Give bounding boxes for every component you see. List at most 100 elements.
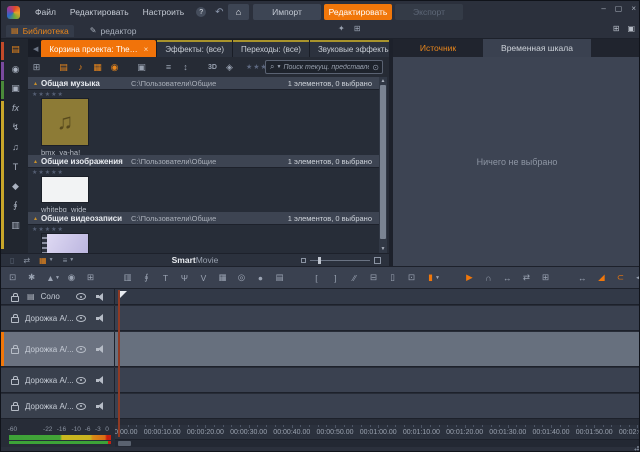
mute-speaker-icon[interactable] — [96, 402, 106, 411]
item-rating-stars[interactable]: ★★★★★ — [32, 226, 64, 233]
item-rating-stars[interactable]: ★★★★★ — [32, 169, 64, 176]
scrollbar-thumb[interactable] — [380, 85, 386, 239]
record-icon[interactable]: ◉ — [64, 270, 79, 285]
transitions-icon[interactable]: ↯ — [7, 120, 24, 135]
track-lane-4[interactable] — [115, 394, 640, 418]
split-clip-icon[interactable]: ∕∕ — [347, 270, 362, 285]
lock-icon[interactable] — [11, 296, 19, 302]
sphere-360-icon[interactable]: ◎ — [234, 270, 249, 285]
track-header-3[interactable]: Дорожка А/... — [1, 368, 115, 392]
group-header-1[interactable]: ▴Общие изображенияС:\Пользователи\Общие1… — [28, 155, 380, 168]
tab-library[interactable]: ▤ Библиотека — [6, 25, 74, 37]
photo-filter-icon[interactable]: ▦ — [89, 62, 106, 73]
scroll-up-icon[interactable]: ▲ — [379, 78, 387, 84]
delete-clip-icon[interactable]: ▯ — [385, 270, 400, 285]
pip-icon[interactable]: ⊞ — [538, 270, 553, 285]
three-d-icon[interactable]: 3D — [204, 64, 221, 71]
effects-icon[interactable]: fx — [7, 101, 24, 116]
visibility-eye-icon[interactable] — [76, 377, 86, 384]
visibility-eye-icon[interactable] — [76, 293, 86, 300]
trim-mode-icon[interactable]: ⇄ — [519, 270, 534, 285]
item-rating-stars[interactable]: ★★★★★ — [32, 91, 64, 98]
asset-thumbnail-image[interactable] — [41, 176, 89, 203]
scroll-down-icon[interactable]: ▼ — [379, 246, 387, 252]
track-lane-1[interactable] — [115, 306, 640, 330]
tab-timeline[interactable]: Временная шкала — [483, 39, 591, 57]
zoom-slider-thumb[interactable] — [318, 257, 321, 264]
multicam-grid-icon[interactable]: ▦ — [215, 270, 230, 285]
help-icon[interactable]: ? — [196, 7, 206, 17]
settings-icon[interactable]: ✱ — [24, 270, 39, 285]
track-header-4[interactable]: Дорожка А/... — [1, 394, 115, 418]
tab-source[interactable]: Источник — [393, 39, 483, 57]
lock-icon[interactable] — [11, 379, 19, 385]
sound-effects-icon[interactable]: ∮ — [7, 198, 24, 213]
track-lane-2[interactable] — [115, 332, 640, 366]
zoom-small-icon[interactable] — [301, 258, 306, 263]
maximize-icon[interactable]: ▢ — [615, 4, 623, 13]
mark-out-icon[interactable]: ] — [328, 270, 343, 285]
export-button[interactable]: Экспорт — [395, 4, 463, 20]
library-tab-1[interactable]: Эффекты: (все) — [157, 40, 232, 57]
title-editor-icon[interactable]: T — [158, 270, 173, 285]
visibility-eye-icon[interactable] — [76, 346, 86, 353]
extras-icon[interactable]: ▥ — [7, 218, 24, 233]
menu-item-0[interactable]: Файл — [28, 7, 63, 17]
minimize-icon[interactable]: – — [601, 4, 605, 13]
track-header-1[interactable]: Дорожка А/... — [1, 306, 115, 330]
collections-icon[interactable]: ▣ — [7, 81, 24, 96]
menu-item-1[interactable]: Редактировать — [63, 7, 136, 17]
clip-color-icon[interactable]: ⊂ — [613, 270, 628, 285]
undock-icon[interactable]: ⊞ — [354, 24, 361, 33]
edit-button[interactable]: Редактировать — [324, 4, 392, 20]
import-button[interactable]: Импорт — [253, 4, 321, 20]
dynamic-zoom-icon[interactable]: ◢ — [594, 270, 609, 285]
library-tab-2[interactable]: Переходы: (все) — [233, 40, 309, 57]
sort-icon[interactable]: ↕ — [177, 62, 194, 72]
visibility-eye-icon[interactable] — [76, 403, 86, 410]
cloud-icon[interactable]: ● — [253, 270, 268, 285]
track-lane-0[interactable] — [115, 289, 640, 304]
lock-icon[interactable] — [11, 348, 19, 354]
library-tab-3[interactable]: Звуковые эффекты — [310, 40, 389, 57]
library-tab-0[interactable]: Корзина проекта: The…× — [41, 40, 156, 57]
add-collection-icon[interactable]: ⊞ — [28, 62, 45, 73]
search-input[interactable] — [283, 64, 369, 71]
menu-item-2[interactable]: Настроить — [136, 7, 192, 17]
track-lane-3[interactable] — [115, 368, 640, 392]
asset-thumbnail-video[interactable] — [41, 233, 89, 253]
tab-scroll-left-icon[interactable]: ◀ — [28, 45, 41, 57]
voiceover-mic-icon[interactable]: Ψ — [177, 270, 192, 285]
view-mode-drop-icon[interactable]: ▼ — [55, 275, 60, 281]
resize-grip-icon[interactable] — [632, 446, 639, 452]
tab-editor[interactable]: ✎ редактор — [90, 26, 137, 36]
music-filter-icon[interactable]: ♪ — [72, 62, 89, 72]
video-filter-icon[interactable]: ◉ — [106, 62, 123, 73]
group-header-0[interactable]: ▴Общая музыкаС:\Пользователи\Общие1 элем… — [28, 77, 380, 90]
pin-icon[interactable]: ✦ — [338, 24, 345, 33]
mark-in-icon[interactable]: [ — [309, 270, 324, 285]
project-bin-icon[interactable]: ▤ — [7, 42, 24, 57]
undo-icon[interactable]: ↶ — [211, 7, 227, 18]
collapse-arrow-icon[interactable]: ▴ — [34, 215, 37, 222]
titles-icon[interactable]: T — [7, 159, 24, 174]
timeline-ruler[interactable]: 00:00:00.0000:00:10.0000:00:20.0000:00:3… — [115, 425, 640, 440]
bin-filter-icon[interactable]: ▤ — [55, 62, 72, 73]
zoom-large-icon[interactable] — [374, 257, 381, 264]
screen-toggle-icon[interactable]: ⊡ — [5, 270, 20, 285]
audio-mixer-icon[interactable]: ∮ — [139, 270, 154, 285]
pointer-tool-icon[interactable]: ▶ — [462, 270, 477, 285]
list-view-icon[interactable]: ≡ — [160, 62, 177, 72]
hscrollbar-thumb[interactable] — [118, 441, 131, 446]
audio-levels-icon[interactable]: ▥ — [120, 270, 135, 285]
search-drop-icon[interactable]: ▼ — [276, 64, 281, 70]
expand-icon[interactable]: ↔ — [500, 270, 515, 285]
home-button[interactable]: ⌂ — [228, 4, 249, 20]
montage-icon[interactable]: ◆ — [7, 179, 24, 194]
tag-icon[interactable]: ◈ — [221, 62, 238, 73]
template-icon[interactable]: ▤ — [272, 270, 287, 285]
visibility-eye-icon[interactable] — [76, 315, 86, 322]
group-header-2[interactable]: ▴Общие видеозаписиС:\Пользователи\Общие1… — [28, 212, 380, 225]
tab-close-icon[interactable]: × — [144, 45, 149, 54]
collapse-arrow-icon[interactable]: ▴ — [34, 80, 37, 87]
